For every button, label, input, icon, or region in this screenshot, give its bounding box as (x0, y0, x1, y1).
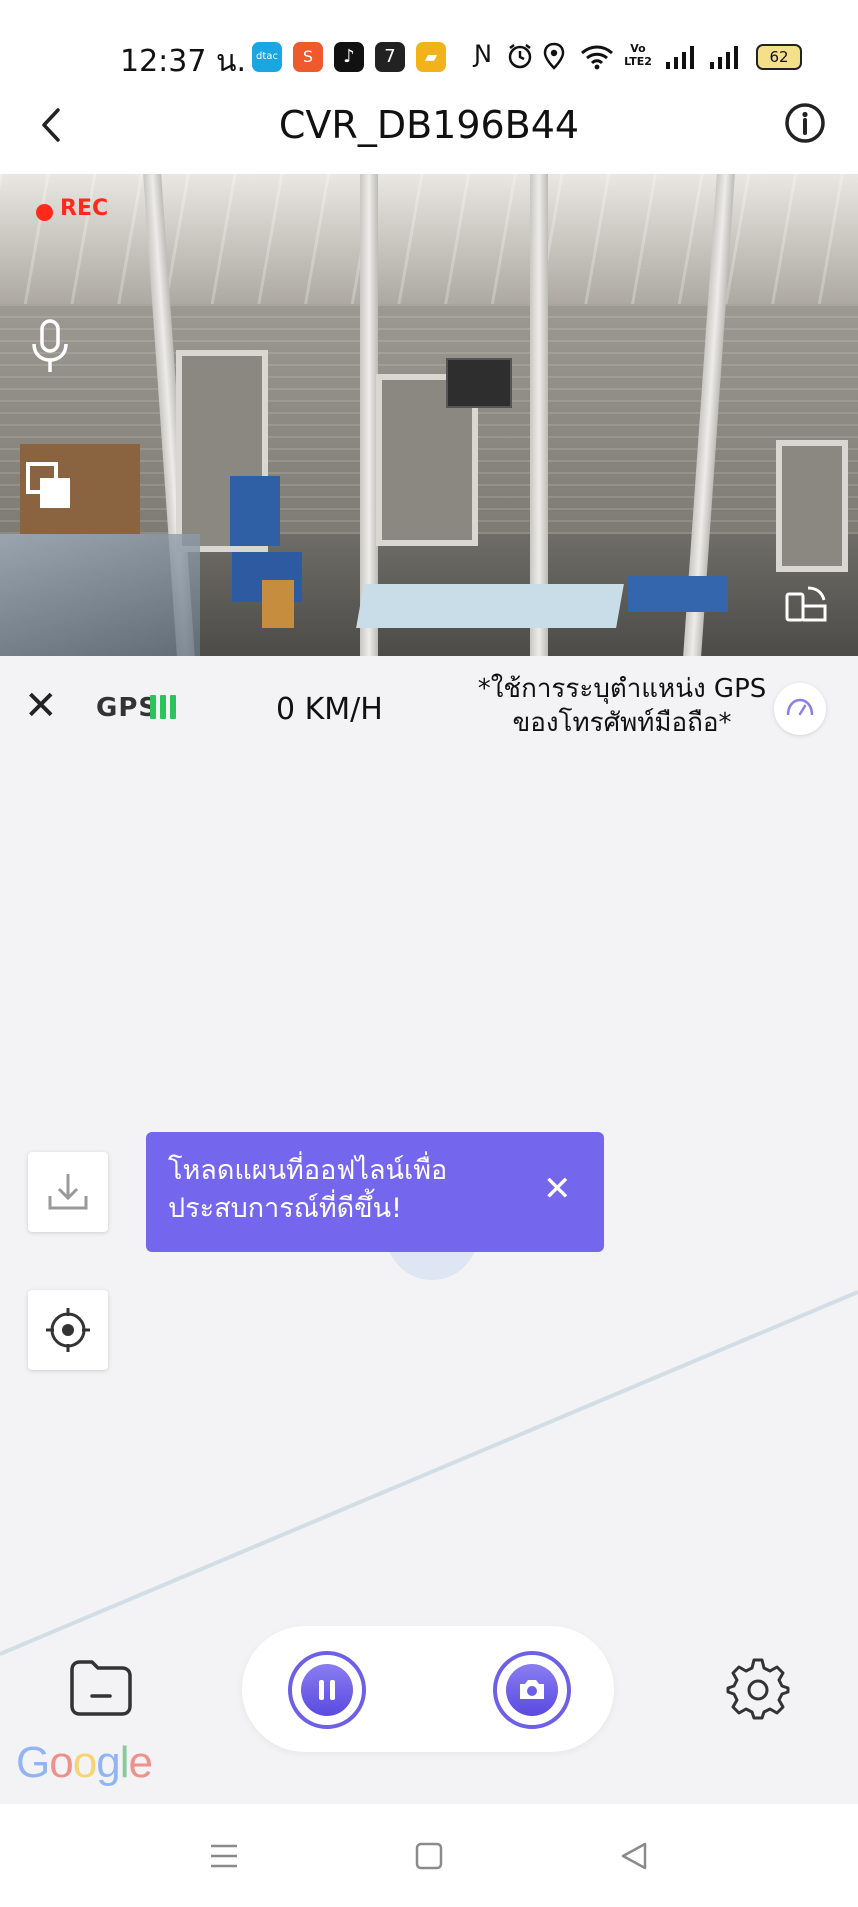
speed-readout: 0 KM/H (276, 692, 383, 727)
folder-icon[interactable] (66, 1656, 136, 1720)
download-icon (48, 1174, 88, 1210)
settings-gear-icon[interactable] (726, 1656, 790, 1720)
google-logo: Google (16, 1738, 153, 1787)
camera-scene-box (262, 580, 294, 628)
dtac-app-icon: dtac (252, 42, 282, 72)
speedometer-button[interactable] (774, 683, 826, 735)
battery-indicator: 62 (756, 44, 802, 70)
rec-indicator-dot (36, 204, 53, 221)
menu-icon[interactable] (208, 1840, 240, 1872)
tooltip-close-icon[interactable]: ✕ (543, 1172, 572, 1206)
snapshot-button[interactable] (493, 1651, 571, 1729)
crosshair-icon (46, 1308, 90, 1352)
pause-recording-button[interactable] (288, 1651, 366, 1729)
camera-scene-sign (446, 358, 512, 408)
nfc-icon: Ɲ (474, 40, 492, 68)
download-offline-map-button[interactable] (28, 1152, 108, 1232)
status-time: 12:37 น. (120, 44, 247, 79)
wifi-icon (581, 45, 613, 70)
camera-scene-door (776, 440, 848, 572)
signal-icon (710, 46, 738, 69)
speedometer-icon (786, 698, 814, 716)
picture-in-picture-icon[interactable] (26, 462, 76, 512)
rotate-screen-icon[interactable] (784, 584, 830, 624)
gps-strength-bars (150, 695, 180, 723)
page-title: CVR_DB196B44 (278, 103, 580, 147)
close-speed-bar-icon[interactable]: ✕ (24, 686, 58, 726)
offline-map-tooltip-text: โหลดแผนที่ออฟไลน์เพื่อประสบการณ์ที่ดีขึ้… (168, 1155, 448, 1224)
volte-icon: Vo LTE2 (624, 42, 652, 68)
camera-scene-glare (356, 584, 624, 628)
back-nav-icon[interactable] (618, 1840, 650, 1872)
gps-bar (150, 695, 156, 719)
gps-bar (170, 695, 176, 719)
gps-note: *ใช้การระบุตำแหน่ง GPS ของโทรศัพท์มือถือ… (477, 674, 767, 738)
camera-live-view[interactable]: REC (0, 174, 858, 656)
info-icon[interactable] (784, 102, 826, 144)
camera-scene-dashboard (0, 534, 200, 656)
gps-bar (160, 695, 166, 719)
microphone-icon[interactable] (28, 318, 72, 376)
tiktok-app-icon: ♪ (334, 42, 364, 72)
home-icon[interactable] (414, 1840, 444, 1872)
gps-label: GPS (96, 693, 159, 723)
camera-icon (520, 1680, 544, 1699)
camera-scene-cart (628, 576, 728, 612)
pause-icon (319, 1680, 335, 1700)
alarm-icon (508, 44, 532, 69)
my-location-button[interactable] (28, 1290, 108, 1370)
rec-label: REC (60, 196, 109, 221)
location-icon (543, 42, 565, 70)
food-app-icon: ▰ (416, 42, 446, 72)
camera-scene-bin (230, 476, 280, 546)
seven-eleven-app-icon: 7 (375, 42, 405, 72)
signal-icon (666, 46, 694, 69)
shopee-app-icon: S (293, 42, 323, 72)
